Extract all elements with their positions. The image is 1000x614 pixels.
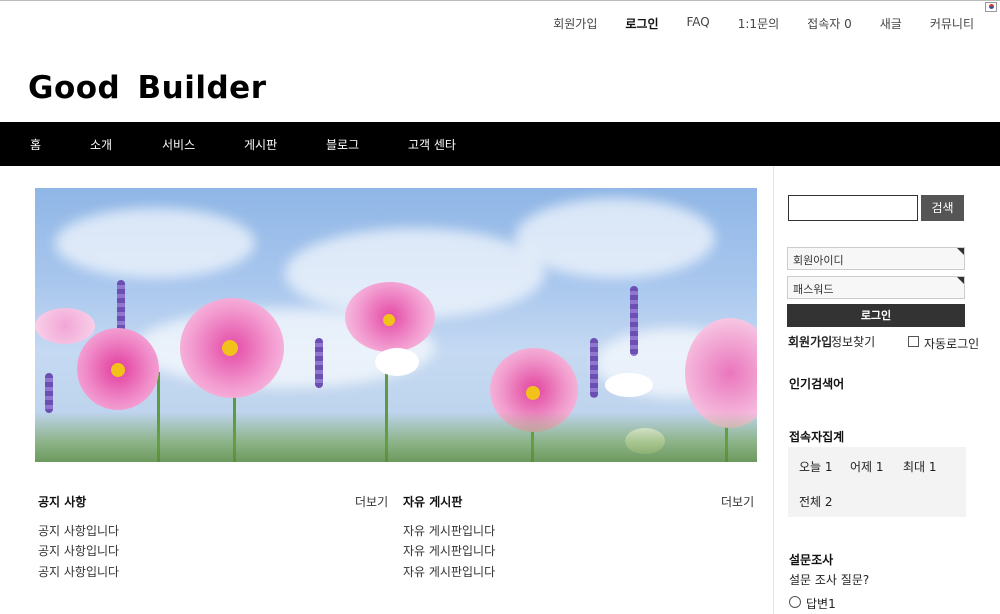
stat-today: 오늘 1 [799, 460, 833, 474]
stat-max: 최대 1 [903, 460, 937, 474]
top-link-faq[interactable]: FAQ [687, 15, 710, 32]
password-field[interactable]: 패스워드 [787, 276, 965, 299]
top-link-community[interactable]: 커뮤니티 [930, 15, 974, 32]
notice-item[interactable]: 공지 사항입니다 [38, 522, 119, 539]
nav-blog[interactable]: 블로그 [326, 136, 359, 153]
member-id-field[interactable]: 회원아이디 [787, 247, 965, 270]
language-flag-icon[interactable] [985, 2, 997, 12]
poll-option-label: 답변1 [806, 597, 836, 611]
auto-login-label: 자동로그인 [924, 337, 980, 351]
sidebar-divider [773, 166, 774, 614]
hero-banner-image [35, 188, 757, 462]
join-link[interactable]: 회원가입 [788, 333, 832, 350]
free-item[interactable]: 자유 게시판입니다 [403, 522, 495, 539]
notice-more-link[interactable]: 더보기 [355, 493, 388, 510]
notice-board-title: 공지 사항 [38, 495, 87, 509]
visitor-stats-title: 접속자집계 [789, 430, 845, 444]
main-nav: 홈 소개 서비스 게시판 블로그 고객 센타 [0, 122, 1000, 166]
notice-item[interactable]: 공지 사항입니다 [38, 542, 119, 559]
nav-home[interactable]: 홈 [30, 136, 41, 153]
poll-option-radio[interactable] [789, 596, 801, 608]
nav-board[interactable]: 게시판 [244, 136, 277, 153]
stat-total: 전체 2 [799, 495, 833, 509]
top-link-inquiry[interactable]: 1:1문의 [738, 15, 779, 32]
top-links: 회원가입 로그인 FAQ 1:1문의 접속자 0 새글 커뮤니티 [525, 15, 974, 32]
nav-services[interactable]: 서비스 [162, 136, 195, 153]
visitor-stats-box: 오늘 1 어제 1 최대 1 전체 2 [788, 447, 966, 517]
top-link-visitors[interactable]: 접속자 0 [807, 15, 852, 32]
stat-yesterday: 어제 1 [850, 460, 884, 474]
free-board-title: 자유 게시판 [403, 495, 463, 509]
free-more-link[interactable]: 더보기 [721, 493, 754, 510]
notice-item[interactable]: 공지 사항입니다 [38, 563, 119, 580]
top-link-login[interactable]: 로그인 [625, 15, 658, 32]
free-item[interactable]: 자유 게시판입니다 [403, 542, 495, 559]
poll-title: 설문조사 [789, 553, 834, 567]
search-input[interactable] [788, 195, 918, 221]
popular-search-title: 인기검색어 [789, 377, 845, 391]
site-logo[interactable]: Good Builder [28, 70, 266, 106]
free-item[interactable]: 자유 게시판입니다 [403, 563, 495, 580]
top-link-new-posts[interactable]: 새글 [880, 15, 902, 32]
top-link-join[interactable]: 회원가입 [553, 15, 597, 32]
login-button[interactable]: 로그인 [787, 304, 965, 327]
poll-question: 설문 조사 질문? [789, 573, 870, 587]
auto-login-checkbox[interactable] [908, 336, 919, 347]
top-utility-bar: 회원가입 로그인 FAQ 1:1문의 접속자 0 새글 커뮤니티 [0, 0, 1000, 44]
search-button[interactable]: 검색 [921, 195, 964, 221]
find-info-link[interactable]: 정보찾기 [831, 333, 875, 350]
nav-about[interactable]: 소개 [90, 136, 112, 153]
nav-customer-center[interactable]: 고객 센타 [408, 136, 456, 153]
